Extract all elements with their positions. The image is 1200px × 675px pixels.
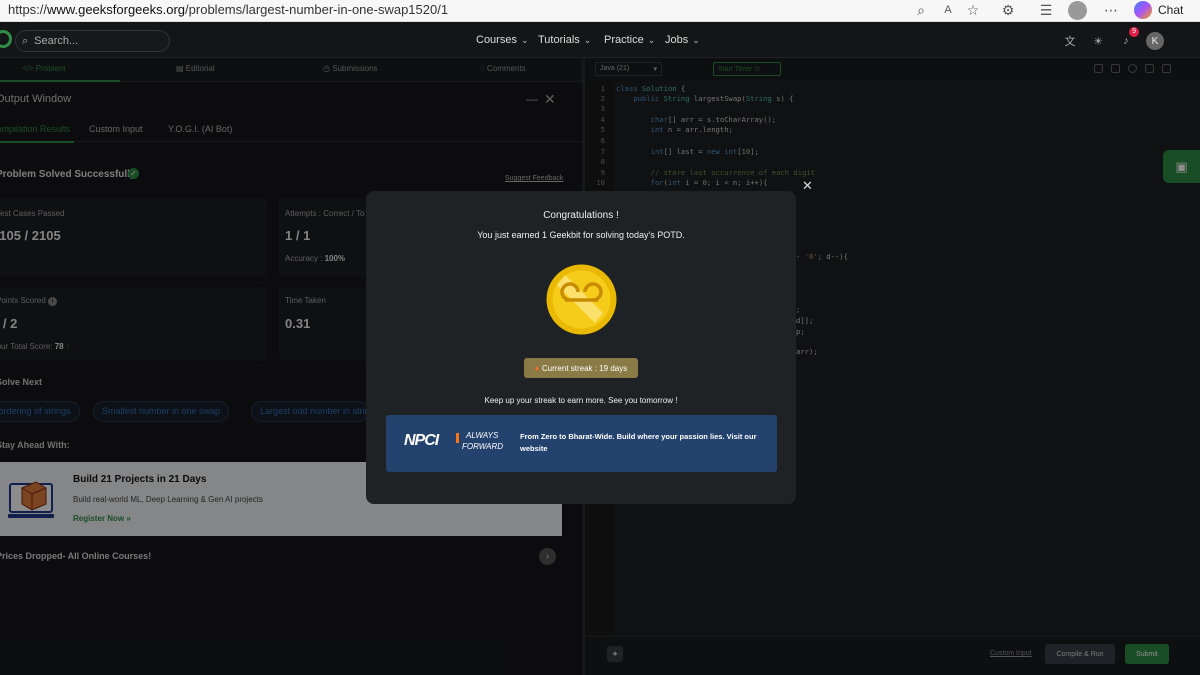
chevron-down-icon: ⌄ — [692, 35, 700, 45]
gfg-logo-icon[interactable] — [0, 30, 12, 48]
npci-tagline-2: FORWARD — [462, 442, 504, 451]
bell-icon[interactable]: ♪ 9 — [1118, 27, 1139, 49]
chevron-down-icon: ⌄ — [647, 35, 656, 45]
streak-text: Current streak : 19 days — [541, 363, 628, 373]
nav-label: Tutorials — [538, 34, 580, 46]
address-bar[interactable]: https://www.geeksforgeeks.org/problems/l… — [8, 2, 448, 17]
favorites-icon[interactable]: ☰ — [1035, 0, 1057, 20]
avatar[interactable]: K — [1146, 32, 1164, 50]
copilot-chat-button[interactable]: Chat — [1134, 0, 1183, 20]
logo-accent — [456, 433, 459, 443]
nav-courses[interactable]: Courses ⌄ — [476, 34, 529, 46]
profile-icon[interactable] — [1068, 1, 1087, 20]
nav-jobs[interactable]: Jobs ⌄ — [665, 34, 700, 46]
flame-icon: ♦ — [534, 363, 539, 373]
theme-toggle-icon[interactable]: ☀ — [1090, 33, 1106, 49]
url-scheme: https:// — [8, 2, 48, 17]
more-menu-icon[interactable]: ⋯ — [1100, 0, 1122, 20]
nav-label: Jobs — [665, 34, 689, 46]
nav-label: Practice — [604, 34, 644, 46]
modal-title: Congratulations ! — [543, 210, 619, 221]
npci-ad-text: From Zero to Bharat-Wide. Build where yo… — [520, 432, 757, 453]
nav-tutorials[interactable]: Tutorials ⌄ — [538, 34, 591, 46]
notification-badge: 9 — [1129, 27, 1139, 37]
modal-earned-text: You just earned 1 Geekbit for solving to… — [477, 230, 685, 240]
npci-tagline-1: ALWAYS — [466, 431, 499, 440]
browser-toolbar: https://www.geeksforgeeks.org/problems/l… — [0, 0, 1200, 22]
npci-logo: NPCI ALWAYS FORWARD — [404, 431, 504, 457]
nav-practice[interactable]: Practice ⌄ — [604, 34, 655, 46]
zoom-icon[interactable]: ⌕ — [910, 0, 932, 20]
translate-icon[interactable]: 文 — [1062, 33, 1078, 49]
keep-streak-text: Keep up your streak to earn more. See yo… — [484, 396, 678, 405]
close-icon[interactable]: ✕ — [802, 178, 813, 194]
read-aloud-icon[interactable]: A — [937, 0, 959, 20]
extensions-icon[interactable]: ⚙ — [997, 0, 1019, 20]
chat-label: Chat — [1158, 3, 1184, 17]
search-icon: ⌕ — [22, 34, 29, 47]
chevron-down-icon: ⌄ — [583, 35, 592, 45]
header-icons: 文 ☀ ♪ 9 K — [1062, 27, 1164, 50]
search-input[interactable]: ⌕ Search... — [15, 30, 170, 52]
streak-badge: ♦ Current streak : 19 days — [524, 358, 638, 378]
site-header: ⌕ Search... Courses ⌄ Tutorials ⌄ Practice ⌄… — [0, 22, 1200, 58]
geekbit-coin-icon — [546, 264, 617, 335]
favorite-star-icon[interactable]: ☆ — [962, 0, 984, 20]
url-domain: www.geeksforgeeks.org — [47, 2, 186, 17]
nav-label: Courses — [476, 34, 517, 46]
copilot-icon — [1134, 1, 1152, 19]
npci-logo-text: NPCI — [404, 432, 439, 449]
search-placeholder: Search... — [34, 35, 79, 47]
chevron-down-icon: ⌄ — [520, 35, 529, 45]
url-path: /problems/largest-number-in-one-swap1520… — [185, 2, 449, 17]
